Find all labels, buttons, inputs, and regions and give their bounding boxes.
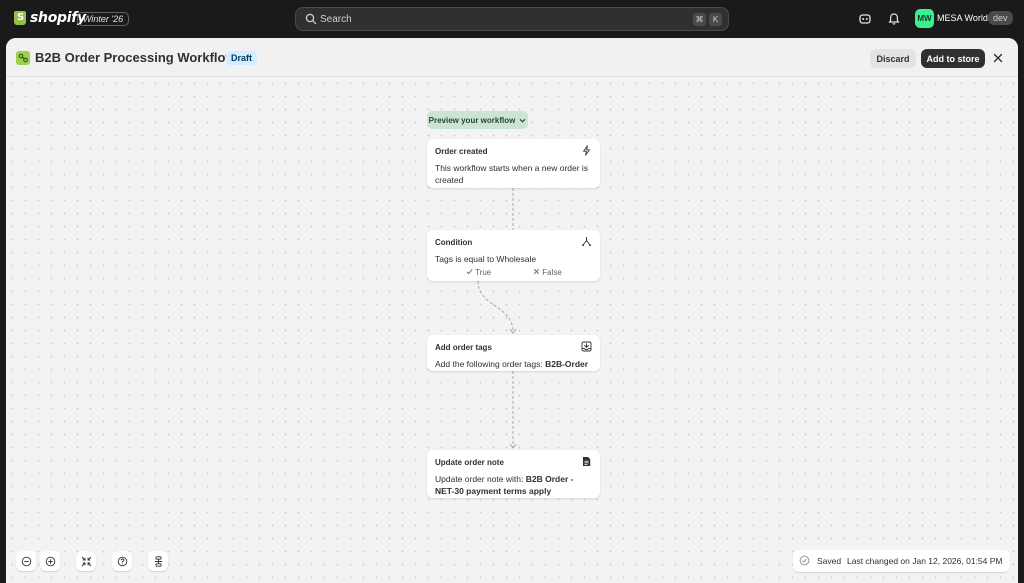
lightning-icon (583, 145, 590, 156)
layout-tree-icon (154, 555, 162, 567)
node-title: Order created (435, 147, 488, 156)
chevron-down-icon (519, 118, 526, 123)
search-icon (305, 13, 317, 25)
fit-view-button[interactable] (76, 551, 96, 571)
dev-badge: dev (988, 11, 1013, 25)
question-icon (117, 556, 127, 566)
node-description: Update order note with: B2B Order - NET-… (435, 474, 574, 496)
trigger-node-order-created[interactable]: Order created This workflow starts when … (427, 139, 600, 188)
zoom-in-button[interactable] (40, 551, 60, 571)
check-circle-icon (799, 555, 810, 566)
tag-inbox-icon (581, 341, 592, 352)
top-bar: shopify Winter '26 ⌘ K MW MESA World dev (0, 0, 1024, 38)
node-description: Tags is equal to Wholesale (435, 254, 537, 264)
node-description: Add the following order tags: B2B-Order (435, 359, 589, 369)
bell-icon[interactable] (887, 12, 901, 26)
true-label: True (475, 268, 492, 277)
check-icon (466, 269, 473, 275)
page-title: B2B Order Processing Workflow (35, 50, 236, 65)
false-branch[interactable]: False (533, 268, 562, 277)
workflow-canvas[interactable]: Preview your workflow Order created This… (6, 77, 1018, 583)
search-input[interactable] (320, 11, 680, 27)
shortcut-cmd-key: ⌘ (693, 13, 706, 26)
shortcut-k-key: K (709, 13, 722, 26)
search-bar[interactable]: ⌘ K (295, 7, 729, 31)
saved-label: Saved (817, 556, 842, 566)
note-icon (583, 457, 591, 466)
node-description: This workflow starts when a new order is… (435, 163, 589, 185)
layout-button[interactable] (148, 551, 168, 571)
workflow-editor-panel: B2B Order Processing Workflow Draft Disc… (6, 38, 1018, 583)
zoom-out-icon (21, 556, 31, 566)
true-branch[interactable]: True (466, 268, 491, 277)
sidekick-icon[interactable] (858, 12, 872, 26)
add-to-store-button[interactable]: Add to store (921, 49, 985, 68)
flow-app-icon (16, 51, 30, 65)
false-label: False (542, 268, 562, 277)
last-changed-timestamp: Last changed on Jan 12, 2026, 01:54 PM (847, 556, 1003, 566)
node-title: Update order note (435, 458, 504, 467)
shopify-logo[interactable]: shopify (14, 10, 86, 26)
store-name[interactable]: MESA World (937, 13, 988, 23)
minimize-icon (81, 556, 91, 566)
x-icon (533, 268, 540, 275)
node-title: Condition (435, 238, 473, 247)
node-title: Add order tags (435, 343, 492, 352)
panel-header: B2B Order Processing Workflow Draft Disc… (6, 38, 1018, 77)
edition-badge[interactable]: Winter '26 (77, 12, 130, 26)
zoom-in-icon (45, 556, 55, 566)
preview-workflow-button[interactable]: Preview your workflow (427, 111, 528, 129)
discard-button[interactable]: Discard (870, 49, 916, 68)
action-node-add-order-tags[interactable]: Add order tags Add the following order t… (427, 335, 600, 371)
canvas-toolbar (16, 551, 168, 571)
status-badge: Draft (226, 51, 258, 65)
avatar[interactable]: MW (915, 9, 934, 28)
close-icon[interactable] (991, 51, 1005, 65)
preview-workflow-label: Preview your workflow (428, 115, 516, 125)
shopify-bag-icon (14, 11, 26, 25)
save-status: Saved Last changed on Jan 12, 2026, 01:5… (793, 550, 1010, 572)
branch-icon (582, 237, 591, 247)
zoom-out-button[interactable] (16, 551, 36, 571)
help-button[interactable] (112, 551, 132, 571)
action-node-update-order-note[interactable]: Update order note Update order note with… (427, 450, 600, 498)
condition-node[interactable]: Condition Tags is equal to Wholesale Tru… (427, 230, 600, 281)
